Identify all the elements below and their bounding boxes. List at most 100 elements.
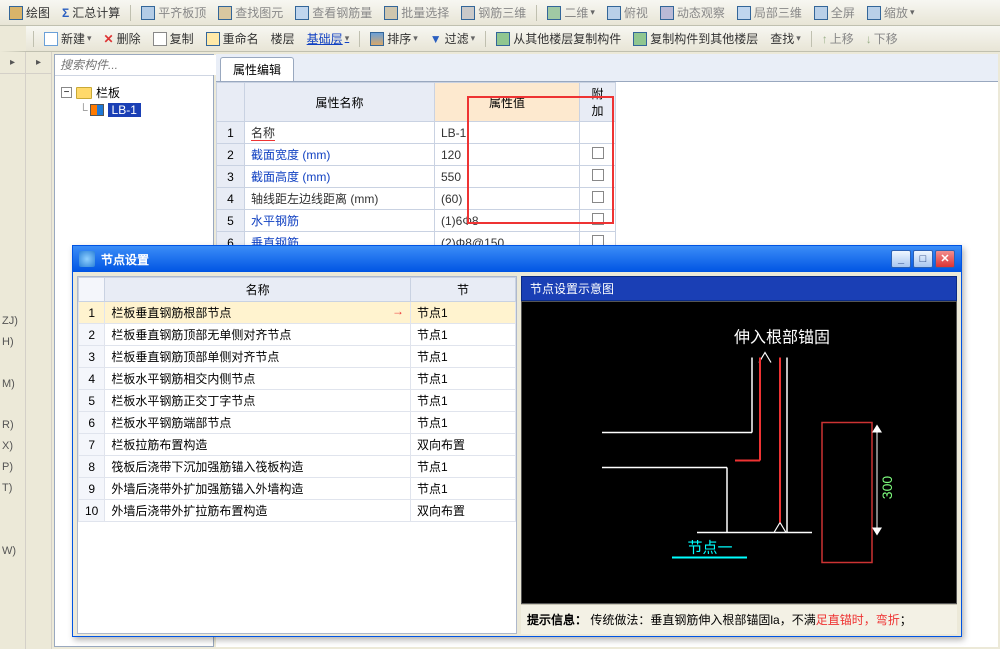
prop-row[interactable]: 4 轴线距左边线距离 (mm) (60): [217, 188, 616, 210]
tb-new[interactable]: 新建▾: [39, 28, 97, 49]
node-name: 外墙后浇带外扩加强筋锚入外墙构造: [105, 478, 411, 500]
tb-overlook[interactable]: 俯视: [602, 2, 653, 23]
tb-move-down[interactable]: ↓下移: [861, 28, 903, 49]
prop-row[interactable]: 1 名称 LB-1: [217, 122, 616, 144]
tb-sum[interactable]: Σ汇总计算: [57, 2, 125, 23]
tb-copy[interactable]: 复制: [148, 28, 199, 49]
node-value[interactable]: 节点1: [411, 390, 516, 412]
tab-prop-edit[interactable]: 属性编辑: [220, 57, 294, 81]
tb-slab-top[interactable]: 平齐板顶: [136, 2, 211, 23]
tb-local3d[interactable]: 局部三维: [732, 2, 807, 23]
arrow-up-icon: ↑: [822, 32, 828, 46]
node-row[interactable]: 10 外墙后浇带外扩拉筋布置构造 双向布置: [79, 500, 516, 522]
prop-value[interactable]: LB-1: [435, 122, 580, 144]
checkbox-icon[interactable]: [592, 147, 604, 159]
node-value[interactable]: 节点1: [411, 368, 516, 390]
node-value[interactable]: 节点1: [411, 302, 516, 324]
prop-name: 截面宽度 (mm): [245, 144, 435, 166]
prop-add[interactable]: [580, 210, 616, 232]
checkbox-icon[interactable]: [592, 213, 604, 225]
tb-dyn-view[interactable]: 动态观察: [655, 2, 730, 23]
tb-search[interactable]: 查找▾: [765, 28, 806, 49]
checkbox-icon[interactable]: [592, 191, 604, 203]
search-input[interactable]: [55, 55, 222, 75]
side-hint: [2, 394, 18, 415]
slab-icon: [141, 6, 155, 20]
rebar3d-icon: [461, 6, 475, 20]
prop-name: 截面高度 (mm): [245, 166, 435, 188]
prop-row[interactable]: 2 截面宽度 (mm) 120: [217, 144, 616, 166]
node-settings-dialog: 节点设置 _ □ ✕ 名称 节 1 栏板垂直钢筋根部节点→ 节点12 栏板垂直钢…: [72, 245, 962, 637]
node-row[interactable]: 6 栏板水平钢筋端部节点 节点1: [79, 412, 516, 434]
tb-copy-to-floor[interactable]: 复制构件到其他楼层: [628, 28, 763, 49]
prop-add[interactable]: [580, 166, 616, 188]
dialog-min-button[interactable]: _: [891, 250, 911, 268]
tb-zoom[interactable]: 缩放▾: [862, 2, 920, 23]
node-row[interactable]: 3 栏板垂直钢筋顶部单侧对齐节点 节点1: [79, 346, 516, 368]
prop-value[interactable]: 550: [435, 166, 580, 188]
tb-2d[interactable]: 二维▾: [542, 2, 600, 23]
prop-row[interactable]: 3 截面高度 (mm) 550: [217, 166, 616, 188]
node-value[interactable]: 节点1: [411, 478, 516, 500]
prop-value[interactable]: (1)6Φ8: [435, 210, 580, 232]
dialog-max-button[interactable]: □: [913, 250, 933, 268]
dialog-titlebar[interactable]: 节点设置 _ □ ✕: [73, 246, 961, 272]
row-num: 5: [217, 210, 245, 232]
node-row[interactable]: 1 栏板垂直钢筋根部节点→ 节点1: [79, 302, 516, 324]
node-value[interactable]: 节点1: [411, 324, 516, 346]
node-name: 栏板垂直钢筋根部节点→: [105, 302, 411, 324]
tree-collapse-icon[interactable]: −: [61, 87, 72, 98]
tb-delete[interactable]: ✕删除: [99, 28, 146, 49]
prop-value[interactable]: 120: [435, 144, 580, 166]
side-hint: H): [2, 332, 18, 353]
tb-draw[interactable]: 绘图: [4, 2, 55, 23]
tb-find-pic[interactable]: 查找图元: [213, 2, 288, 23]
sidebar-collapse-icon[interactable]: ▸: [36, 57, 41, 68]
node-row[interactable]: 2 栏板垂直钢筋顶部无单侧对齐节点 节点1: [79, 324, 516, 346]
toolbar-second: 新建▾ ✕删除 复制 重命名 楼层 基础层▾ 排序▾ ▼过滤▾ 从其他楼层复制构…: [0, 26, 1000, 52]
prop-row[interactable]: 5 水平钢筋 (1)6Φ8: [217, 210, 616, 232]
tb-base-layer[interactable]: 基础层▾: [302, 28, 355, 49]
tb-fullscreen[interactable]: 全屏: [809, 2, 860, 23]
tip-label: 提示信息：: [527, 613, 587, 627]
tb-check-rebar[interactable]: 查看钢筋量: [290, 2, 377, 23]
prop-value[interactable]: (60): [435, 188, 580, 210]
row-num: 10: [79, 500, 105, 522]
prop-add[interactable]: [580, 122, 616, 144]
tb-batch-sel[interactable]: 批量选择: [379, 2, 454, 23]
checkbox-icon[interactable]: [592, 169, 604, 181]
dialog-title: 节点设置: [101, 251, 149, 268]
node-value[interactable]: 双向布置: [411, 434, 516, 456]
prop-add[interactable]: [580, 188, 616, 210]
node-name: 栏板水平钢筋端部节点: [105, 412, 411, 434]
tb-filter[interactable]: ▼过滤▾: [425, 28, 480, 49]
tb-rename[interactable]: 重命名: [201, 28, 264, 49]
node-value[interactable]: 节点1: [411, 412, 516, 434]
tip-text-hl: 足直锚时，弯折: [816, 613, 900, 627]
node-list: 名称 节 1 栏板垂直钢筋根部节点→ 节点12 栏板垂直钢筋顶部无单侧对齐节点 …: [77, 276, 517, 634]
node-value[interactable]: 双向布置: [411, 500, 516, 522]
node-value[interactable]: 节点1: [411, 456, 516, 478]
node-row[interactable]: 8 筏板后浇带下沉加强筋锚入筏板构造 节点1: [79, 456, 516, 478]
chevron-down-icon: ▾: [413, 33, 418, 44]
arrow-down-icon: ↓: [866, 32, 872, 46]
node-row[interactable]: 7 栏板拉筋布置构造 双向布置: [79, 434, 516, 456]
row-num: 3: [217, 166, 245, 188]
row-num: 8: [79, 456, 105, 478]
node-value[interactable]: 节点1: [411, 346, 516, 368]
tb-rebar3d[interactable]: 钢筋三维: [456, 2, 531, 23]
prop-name: 水平钢筋: [245, 210, 435, 232]
tb-sort[interactable]: 排序▾: [365, 28, 423, 49]
node-row[interactable]: 4 栏板水平钢筋相交内侧节点 节点1: [79, 368, 516, 390]
row-num: 4: [79, 368, 105, 390]
node-row[interactable]: 9 外墙后浇带外扩加强筋锚入外墙构造 节点1: [79, 478, 516, 500]
tb-copy-from-floor[interactable]: 从其他楼层复制构件: [491, 28, 626, 49]
node-row[interactable]: 5 栏板水平钢筋正交丁字节点 节点1: [79, 390, 516, 412]
prop-add[interactable]: [580, 144, 616, 166]
tree-leaf-item[interactable]: └ LB-1: [79, 103, 207, 117]
row-num: 1: [217, 122, 245, 144]
tb-move-up[interactable]: ↑上移: [817, 28, 859, 49]
dialog-close-button[interactable]: ✕: [935, 250, 955, 268]
rail-arrow-icon[interactable]: ▸: [10, 57, 15, 68]
tree-root-item[interactable]: − 栏板: [61, 82, 207, 103]
